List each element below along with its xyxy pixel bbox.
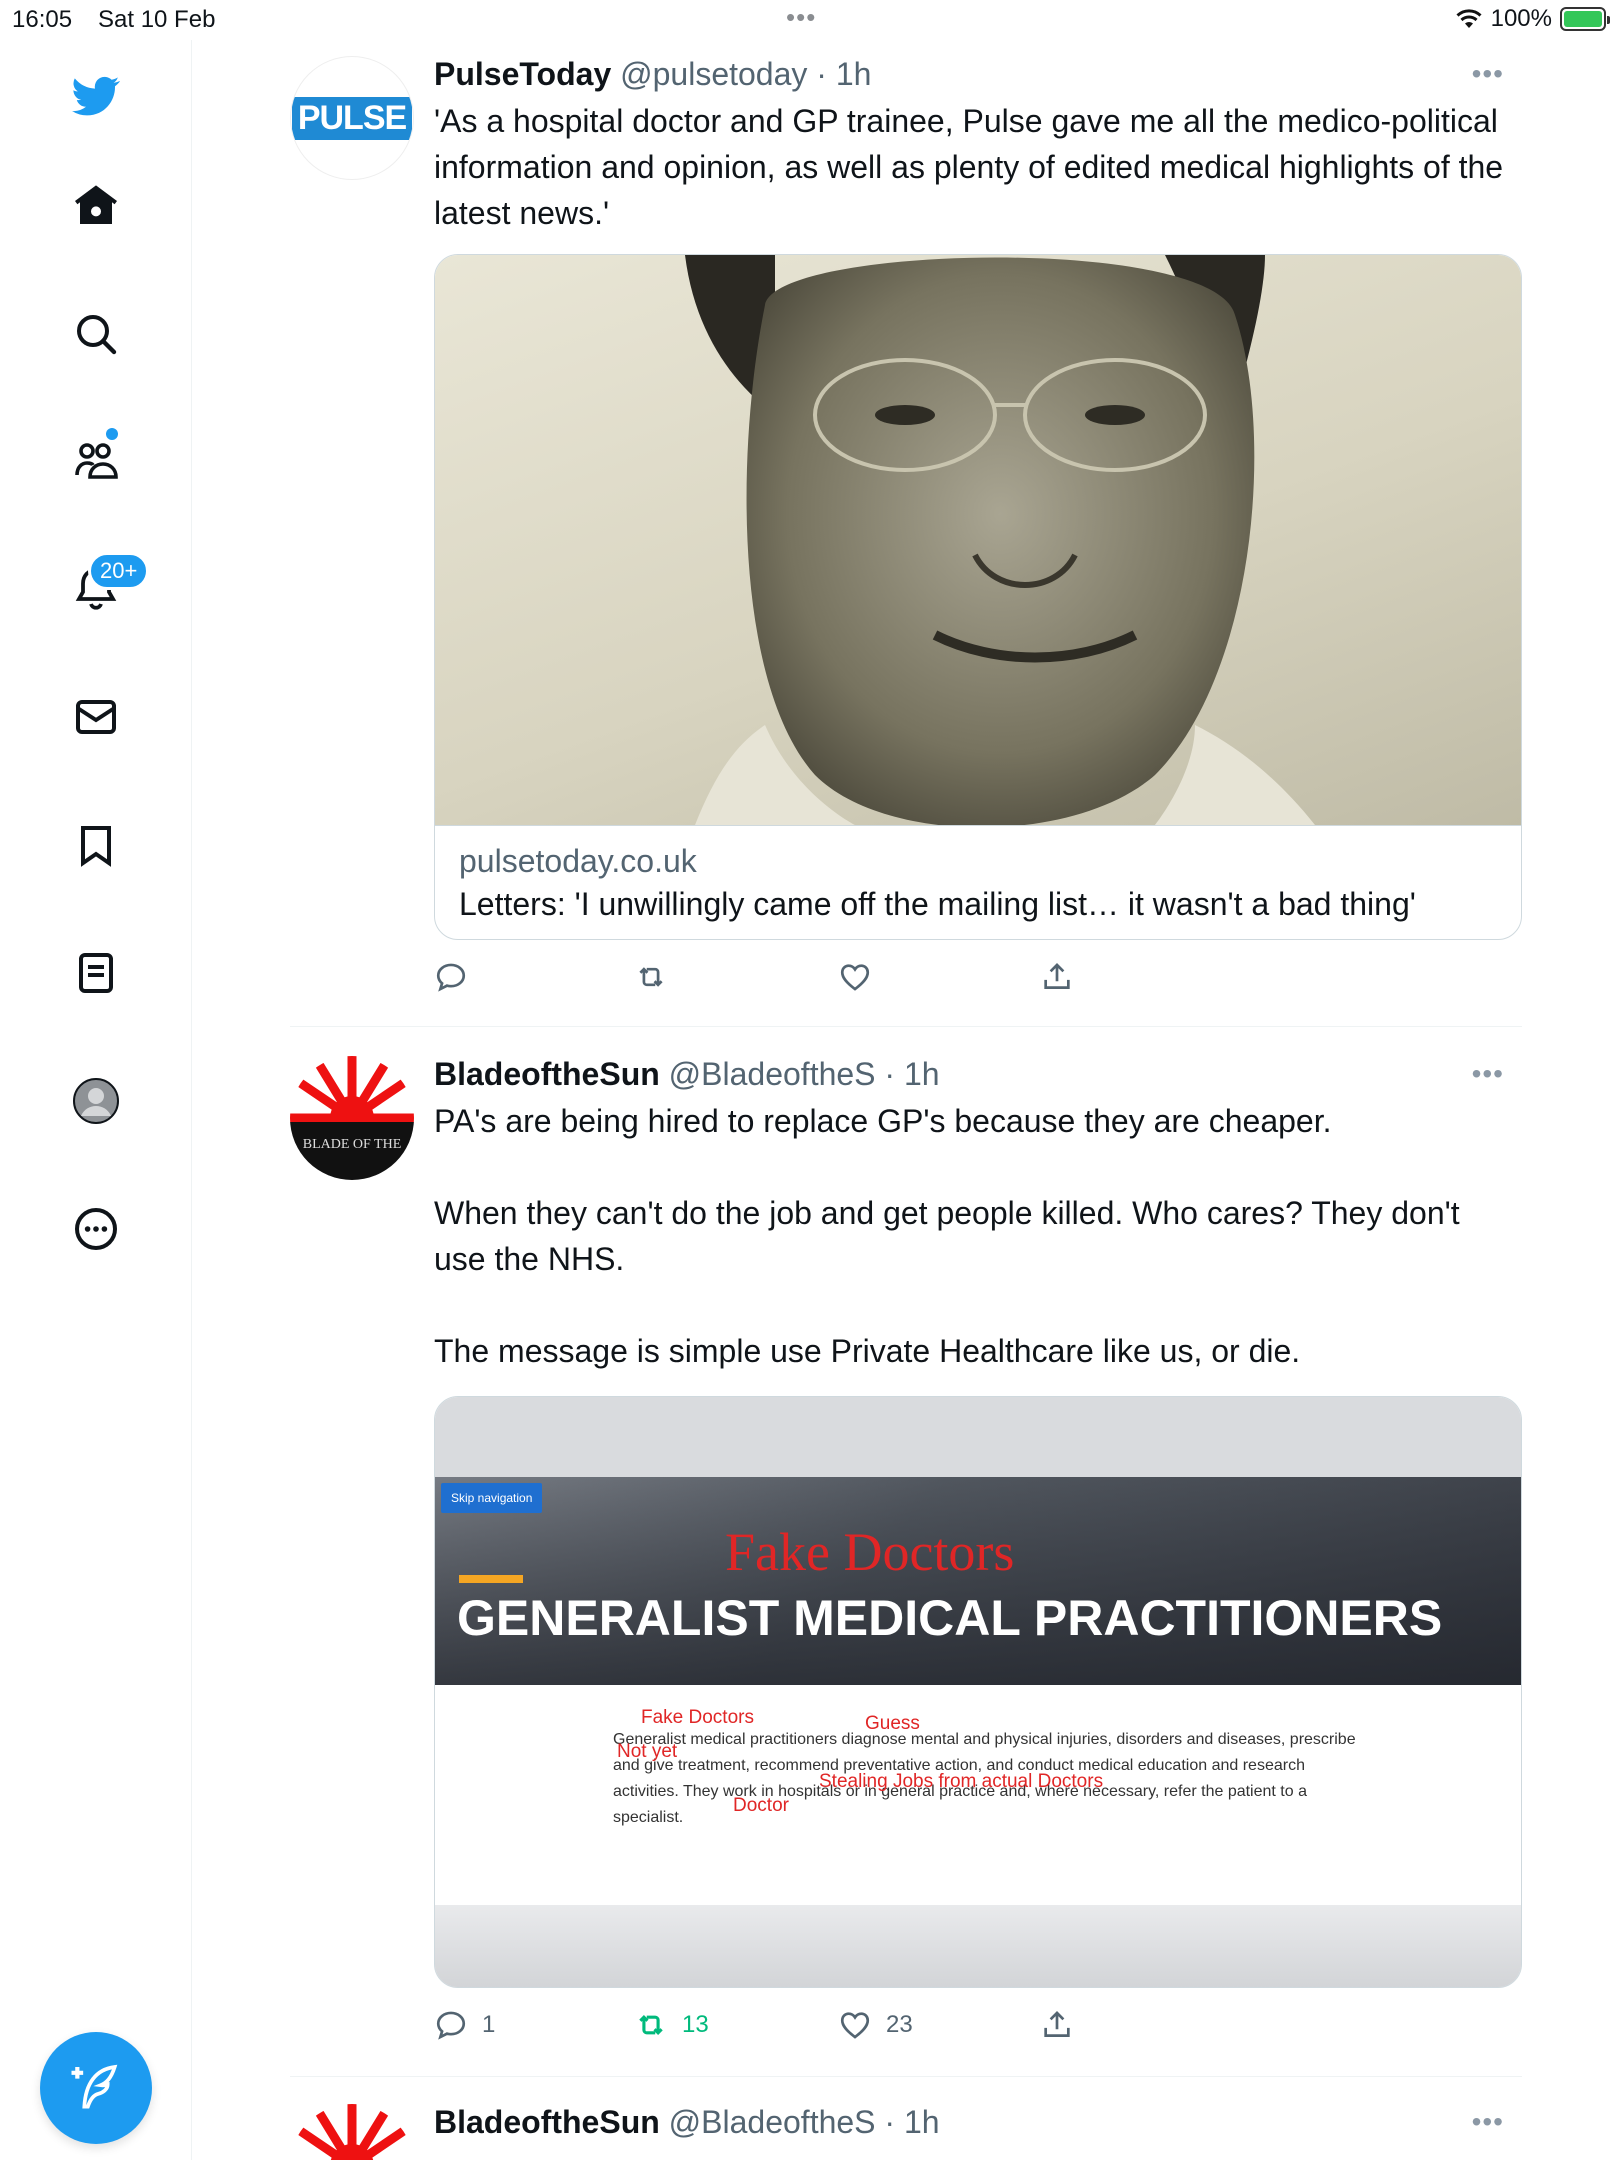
site-body: Generalist medical practitioners diagnos…: [435, 1685, 1521, 1929]
heart-icon: [840, 2012, 870, 2039]
rising-sun-avatar: BLADE OF THE: [290, 1056, 414, 1180]
tweet-time[interactable]: · 1h: [816, 56, 871, 92]
sidebar: 20+: [0, 40, 192, 2160]
tweet-time[interactable]: · 1h: [884, 1056, 939, 1092]
tweet-text: 'As a hospital doctor and GP trainee, Pu…: [434, 103, 1504, 231]
date: Sat 10 Feb: [98, 6, 216, 33]
share-button[interactable]: [1040, 2008, 1074, 2042]
share-icon: [1044, 2011, 1070, 2037]
tweet-header: BladeoftheSun @BladeoftheS · 1h: [434, 2104, 940, 2141]
bookmark-icon[interactable]: [64, 813, 128, 877]
heart-icon: [840, 964, 870, 991]
tweet-pulsetoday[interactable]: PULSE PulseToday @pulsetoday · 1h ••• 'A…: [290, 56, 1522, 996]
list-icon[interactable]: [64, 941, 128, 1005]
status-bar: 16:05 Sat 10 Feb ••• 100%: [0, 0, 1620, 40]
annotation-not-yet: Not yet: [617, 1741, 678, 1762]
tweet-text-line-1: PA's are being hired to replace GP's bec…: [434, 1103, 1332, 1139]
reply-icon: [436, 2011, 466, 2040]
tweet-text-line-3: The message is simple use Private Health…: [434, 1333, 1301, 1369]
site-footer-fade: [435, 1905, 1521, 1987]
annotation-guess: Guess: [865, 1713, 920, 1734]
status-right: 100%: [1455, 5, 1610, 33]
retweet-button[interactable]: 13: [634, 2008, 709, 2042]
annotation-doctor: Doctor: [733, 1795, 789, 1816]
share-icon: [1044, 963, 1070, 989]
tweet-header: PulseToday @pulsetoday · 1h: [434, 56, 871, 93]
retweet-count: 13: [682, 2011, 709, 2038]
communities-dot: [106, 428, 118, 440]
tweet-bladeofthesun[interactable]: BLADE OF THE BladeoftheSun @BladeoftheS …: [290, 1056, 1522, 2046]
retweet-icon: [639, 2015, 663, 2035]
more-options-icon[interactable]: •••: [1472, 1058, 1504, 1090]
link-domain: pulsetoday.co.uk: [459, 843, 697, 879]
rising-sun-avatar: [290, 2104, 414, 2160]
like-button[interactable]: [838, 960, 886, 994]
feather-plus-icon: [71, 2064, 118, 2109]
tweet-divider: [290, 1026, 1522, 1027]
avatar[interactable]: BLADE OF THE: [290, 1056, 414, 1180]
retweet-button[interactable]: [634, 960, 682, 994]
link-title: Letters: 'I unwillingly came off the mai…: [459, 886, 1416, 922]
twitter-logo-icon[interactable]: [64, 64, 128, 128]
link-card-image: [435, 255, 1521, 825]
home-icon[interactable]: [64, 174, 128, 238]
media-card[interactable]: Skip navigation Fake Doctors GENERALIST …: [434, 1396, 1522, 1988]
screenshot-image: Skip navigation Fake Doctors GENERALIST …: [435, 1397, 1521, 1987]
battery-icon: [1560, 7, 1610, 31]
avatar-text: BLADE OF THE: [303, 1137, 402, 1152]
author-handle[interactable]: @BladeoftheS: [669, 1056, 876, 1092]
more-circle-icon[interactable]: [64, 1197, 128, 1261]
fake-doctors-overlay: Fake Doctors: [725, 1522, 1015, 1582]
tweet-bladeofthesun-2[interactable]: BladeoftheSun @BladeoftheS · 1h •••: [290, 2104, 1522, 2160]
tweet-text-line-2: When they can't do the job and get peopl…: [434, 1195, 1460, 1277]
clock: 16:05: [12, 6, 73, 33]
more-options-icon[interactable]: •••: [1472, 58, 1504, 90]
tweet-actions: 1 13 23: [434, 2008, 1522, 2048]
communities-icon[interactable]: [64, 429, 128, 493]
profile-avatar-icon[interactable]: [64, 1069, 128, 1133]
pulse-logo: PULSE: [291, 96, 413, 140]
more-options-icon[interactable]: •••: [1472, 2106, 1504, 2138]
portrait-photo: [685, 255, 1315, 825]
author-name[interactable]: BladeoftheSun: [434, 2104, 660, 2140]
multitask-dots-icon[interactable]: •••: [786, 2, 816, 33]
link-card[interactable]: pulsetoday.co.uk Letters: 'I unwillingly…: [434, 254, 1522, 940]
skip-navigation-label: Skip navigation: [441, 1483, 543, 1513]
share-button[interactable]: [1040, 960, 1074, 994]
tweet-divider: [290, 2076, 1522, 2077]
reply-count: 1: [482, 2011, 496, 2038]
mail-icon[interactable]: [64, 685, 128, 749]
retweet-icon: [639, 967, 663, 987]
notifications-badge: 20+: [88, 552, 150, 590]
tweet-actions: [434, 960, 1522, 1000]
author-name[interactable]: BladeoftheSun: [434, 1056, 660, 1092]
battery-percent: 100%: [1490, 5, 1552, 32]
search-icon[interactable]: [64, 302, 128, 366]
reply-icon: [436, 963, 466, 992]
tweet-time[interactable]: · 1h: [884, 2104, 939, 2140]
wifi-icon: [1456, 9, 1482, 28]
author-name[interactable]: PulseToday: [434, 56, 611, 92]
annotation-fake-doctors: Fake Doctors: [641, 1707, 754, 1728]
author-handle[interactable]: @pulsetoday: [620, 56, 807, 92]
like-count: 23: [886, 2011, 913, 2038]
site-banner: Skip navigation Fake Doctors GENERALIST …: [435, 1477, 1521, 1685]
author-handle[interactable]: @BladeoftheS: [669, 2104, 876, 2140]
avatar[interactable]: [290, 2104, 414, 2160]
compose-tweet-button[interactable]: [40, 2032, 152, 2144]
avatar[interactable]: PULSE: [290, 56, 414, 180]
like-button[interactable]: 23: [838, 2008, 913, 2042]
banner-heading: GENERALIST MEDICAL PRACTITIONERS: [457, 1590, 1443, 1646]
annotation-stealing-jobs: Stealing Jobs from actual Doctors: [819, 1771, 1104, 1792]
reply-button[interactable]: 1: [434, 2008, 495, 2042]
accent-bar: [459, 1575, 523, 1583]
link-meta: pulsetoday.co.uk Letters: 'I unwillingly…: [435, 825, 1521, 939]
reply-button[interactable]: [434, 960, 482, 994]
tweet-header: BladeoftheSun @BladeoftheS · 1h: [434, 1056, 940, 1093]
